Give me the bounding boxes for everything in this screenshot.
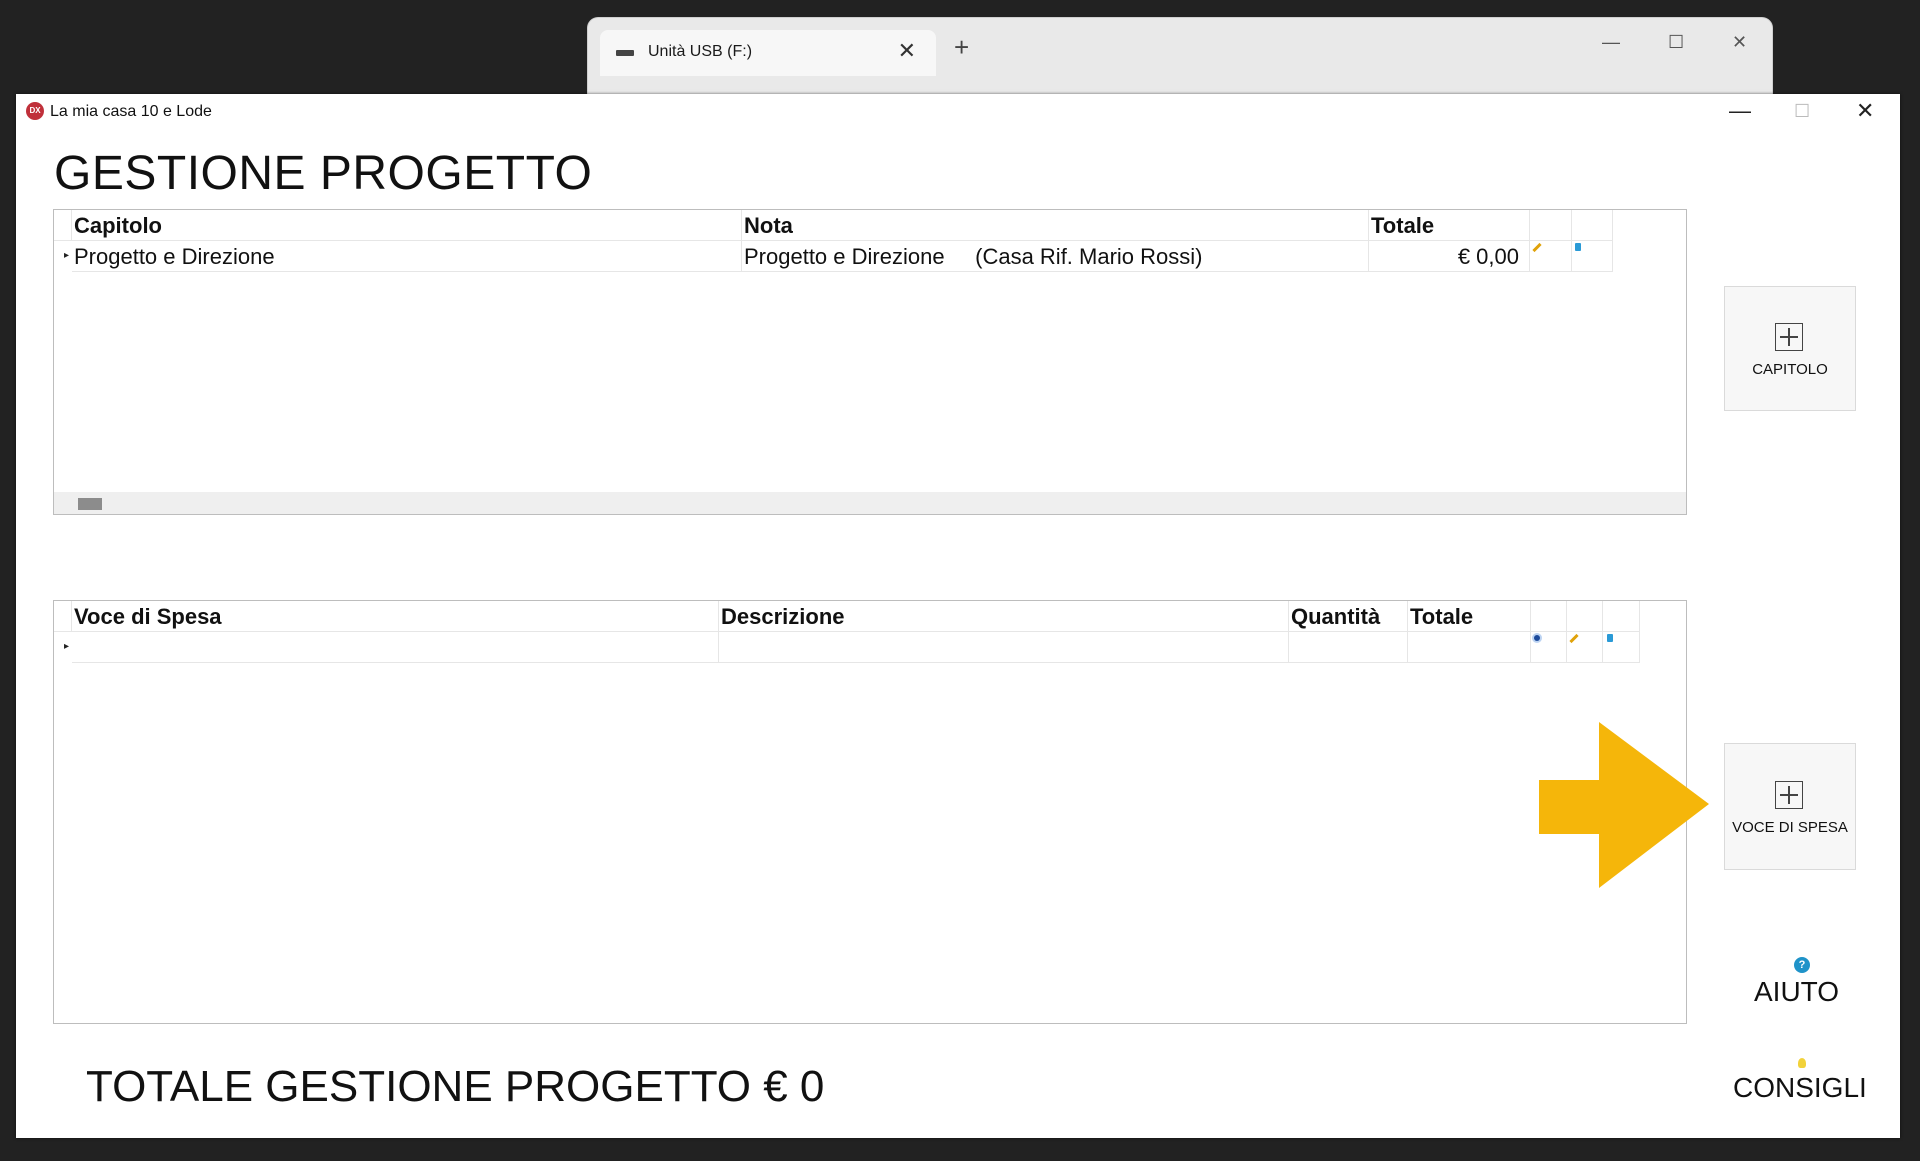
consigli-link[interactable]: CONSIGLI <box>1733 1072 1867 1104</box>
col-quantita[interactable]: Quantità <box>1289 601 1408 632</box>
items-grid-header: Voce di Spesa Descrizione Quantità Total… <box>54 601 1686 632</box>
delete-cell[interactable] <box>1572 241 1613 272</box>
col-view <box>1531 601 1567 632</box>
app-logo-icon: DX <box>26 102 44 120</box>
row-indicator-header <box>54 601 72 632</box>
col-delete <box>1572 210 1613 241</box>
explorer-close-button[interactable]: ✕ <box>1732 32 1747 53</box>
view-cell[interactable] <box>1531 632 1567 663</box>
row-indicator-header <box>54 210 72 241</box>
trash-icon[interactable] <box>1575 243 1581 251</box>
col-delete <box>1603 601 1640 632</box>
col-capitolo[interactable]: Capitolo <box>72 210 742 241</box>
table-row[interactable]: ▸ Progetto e Direzione Progetto e Direzi… <box>54 241 1686 272</box>
chapters-grid-header: Capitolo Nota Totale <box>54 210 1686 241</box>
plus-icon <box>1775 781 1803 809</box>
maximize-button[interactable]: ☐ <box>1794 101 1810 122</box>
bulb-icon[interactable] <box>1798 1058 1806 1068</box>
col-descrizione[interactable]: Descrizione <box>719 601 1289 632</box>
col-edit <box>1567 601 1603 632</box>
cell-nota[interactable]: Progetto e Direzione (Casa Rif. Mario Ro… <box>742 241 1369 272</box>
table-row[interactable]: ▸ <box>54 632 1686 663</box>
explorer-tab[interactable]: Unità USB (F:) ✕ <box>600 30 936 76</box>
col-totale[interactable]: Totale <box>1408 601 1531 632</box>
chapters-grid[interactable]: Capitolo Nota Totale ▸ Progetto e Direzi… <box>53 209 1687 515</box>
arrow-right-icon <box>1539 722 1709 888</box>
edit-cell[interactable] <box>1567 632 1603 663</box>
eye-icon[interactable] <box>1534 635 1540 641</box>
add-voce-di-spesa-button[interactable]: VOCE DI SPESA <box>1724 743 1856 870</box>
add-capitolo-label: CAPITOLO <box>1752 361 1828 378</box>
cell-totale[interactable] <box>1408 632 1531 663</box>
aiuto-link[interactable]: AIUTO <box>1754 976 1839 1008</box>
pencil-icon[interactable] <box>1569 633 1579 644</box>
trash-icon[interactable] <box>1607 634 1613 642</box>
total-gestione-progetto: TOTALE GESTIONE PROGETTO € 0 <box>86 1062 825 1111</box>
app-window: DX La mia casa 10 e Lode — ☐ ✕ GESTIONE … <box>16 94 1900 1138</box>
close-button[interactable]: ✕ <box>1856 98 1874 124</box>
page-title: GESTIONE PROGETTO <box>54 147 593 200</box>
explorer-minimize-button[interactable]: — <box>1602 32 1620 53</box>
horizontal-scrollbar[interactable] <box>54 492 1686 514</box>
scrollbar-thumb[interactable] <box>78 498 102 510</box>
row-indicator-icon: ▸ <box>64 641 70 652</box>
cell-descrizione[interactable] <box>719 632 1289 663</box>
col-totale[interactable]: Totale <box>1369 210 1530 241</box>
minimize-button[interactable]: — <box>1729 98 1751 124</box>
explorer-tab-label: Unità USB (F:) <box>648 43 753 60</box>
cell-quantita[interactable] <box>1289 632 1408 663</box>
col-nota[interactable]: Nota <box>742 210 1369 241</box>
delete-cell[interactable] <box>1603 632 1640 663</box>
add-voce-label: VOCE DI SPESA <box>1732 819 1848 836</box>
items-grid[interactable]: Voce di Spesa Descrizione Quantità Total… <box>53 600 1687 1024</box>
add-capitolo-button[interactable]: CAPITOLO <box>1724 286 1856 411</box>
col-voce-di-spesa[interactable]: Voce di Spesa <box>72 601 719 632</box>
tab-close-icon[interactable]: ✕ <box>898 38 916 64</box>
title-bar: DX La mia casa 10 e Lode — ☐ ✕ <box>16 94 1900 132</box>
help-icon[interactable]: ? <box>1794 957 1810 973</box>
drive-icon <box>616 50 634 56</box>
cell-capitolo[interactable]: Progetto e Direzione <box>72 241 742 272</box>
row-indicator-icon: ▸ <box>64 250 70 261</box>
edit-cell[interactable] <box>1530 241 1572 272</box>
col-edit <box>1530 210 1572 241</box>
app-title: La mia casa 10 e Lode <box>50 103 212 120</box>
cell-voce[interactable] <box>72 632 719 663</box>
plus-icon <box>1775 323 1803 351</box>
pencil-icon[interactable] <box>1532 242 1542 253</box>
explorer-maximize-button[interactable]: ☐ <box>1668 32 1684 53</box>
cell-totale[interactable]: € 0,00 <box>1369 241 1530 272</box>
new-tab-button[interactable]: + <box>954 34 969 60</box>
